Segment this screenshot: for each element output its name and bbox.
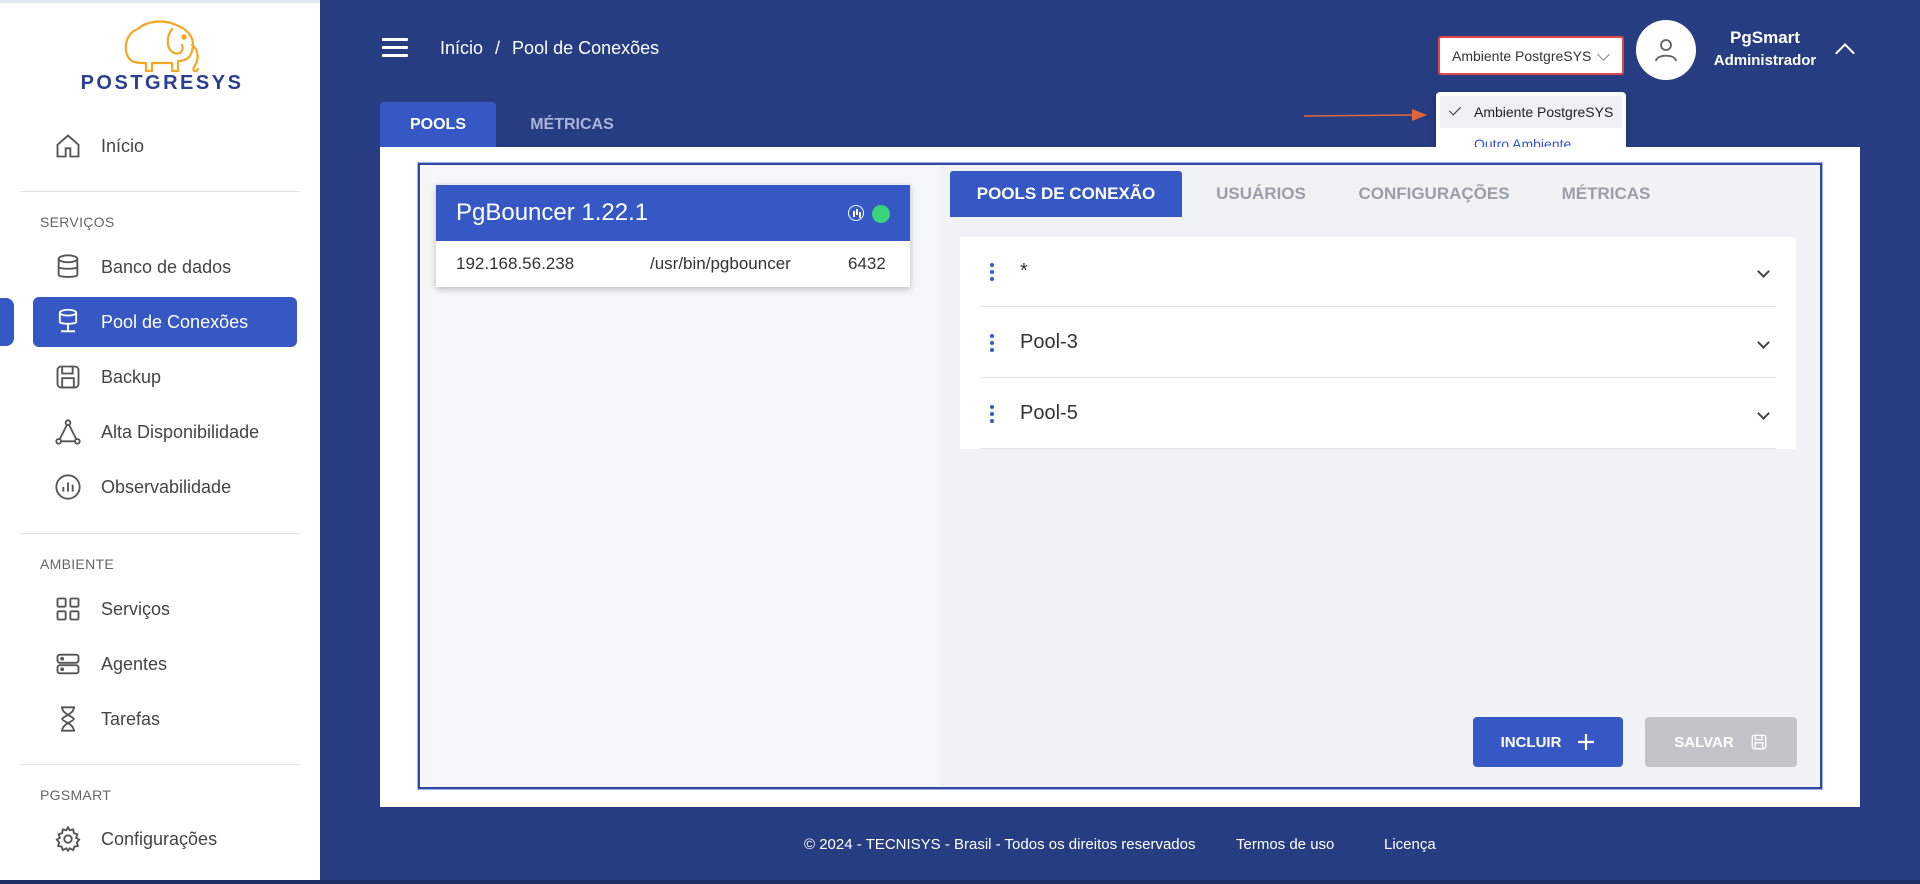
chevron-down-icon <box>1597 48 1610 61</box>
pool-row[interactable]: * <box>980 237 1776 307</box>
sidebar-item-servicos[interactable]: Serviços <box>33 584 297 634</box>
breadcrumb-home-link[interactable]: Início <box>440 38 483 59</box>
tab-metricas-pool[interactable]: MÉTRICAS <box>1546 171 1666 217</box>
pool-panel-frame: PgBouncer 1.22.1 192.168.56.238 /usr/bin… <box>417 162 1823 790</box>
sidebar-divider <box>20 533 300 534</box>
chevron-down-icon[interactable] <box>1757 265 1770 278</box>
pool-name: Pool-5 <box>1020 402 1078 424</box>
pool-database-icon <box>53 307 83 337</box>
sidebar-divider <box>20 191 300 192</box>
home-icon <box>53 131 83 161</box>
user-name: PgSmart <box>1730 28 1800 47</box>
sidebar-item-pool-de-conexoes[interactable]: Pool de Conexões <box>33 297 297 347</box>
breadcrumb-separator: / <box>495 38 501 58</box>
environment-select-value: Ambiente PostgreSYS <box>1452 47 1592 64</box>
server-card[interactable]: PgBouncer 1.22.1 192.168.56.238 /usr/bin… <box>436 185 910 287</box>
sidebar-item-label: Backup <box>101 366 162 387</box>
postgresys-logo[interactable]: POSTGRESYS <box>52 15 272 95</box>
sidebar-item-label: Agentes <box>101 653 168 674</box>
tab-metricas[interactable]: MÉTRICAS <box>510 102 634 148</box>
status-online-indicator <box>872 205 890 223</box>
sidebar-item-backup[interactable]: Backup <box>33 352 297 402</box>
server-title: PgBouncer 1.22.1 <box>456 199 649 226</box>
user-icon <box>1655 39 1677 62</box>
annotation-arrow-icon <box>1304 109 1427 121</box>
sidebar-item-inicio[interactable]: Início <box>33 121 297 171</box>
sidebar-divider <box>20 764 300 765</box>
tab-usuarios[interactable]: USUÁRIOS <box>1198 171 1324 217</box>
footer-terms-link[interactable]: Termos de uso <box>1236 836 1334 853</box>
grid-icon <box>53 594 83 624</box>
save-icon <box>1751 734 1767 750</box>
check-icon <box>1448 103 1462 116</box>
sidebar-item-label: Observabilidade <box>101 476 232 497</box>
sidebar-item-label: Alta Disponibilidade <box>101 421 260 442</box>
sidebar-item-alta-disponibilidade[interactable]: Alta Disponibilidade <box>33 407 297 457</box>
environment-option-postgresys[interactable]: Ambiente PostgreSYS <box>1440 96 1622 128</box>
tab-pools[interactable]: POOLS <box>380 102 496 148</box>
sidebar-item-configuracoes[interactable]: Configurações <box>33 814 297 864</box>
server-card-body: 192.168.56.238 /usr/bin/pgbouncer 6432 <box>436 241 910 287</box>
section-label-servicos: SERVIÇOS <box>40 214 115 230</box>
tab-pools-de-conexao[interactable]: POOLS DE CONEXÃO <box>950 171 1182 217</box>
user-role: Administrador <box>1713 52 1817 69</box>
plus-icon <box>1578 734 1595 750</box>
salvar-button[interactable]: SALVAR <box>1645 717 1797 767</box>
incluir-button[interactable]: INCLUIR <box>1473 717 1623 767</box>
chevron-down-icon[interactable] <box>1757 407 1770 420</box>
environment-select[interactable]: Ambiente PostgreSYS <box>1438 36 1624 75</box>
main-content: PgBouncer 1.22.1 192.168.56.238 /usr/bin… <box>380 147 1860 807</box>
pool-details-panel: POOLS DE CONEXÃO USUÁRIOS CONFIGURAÇÕES … <box>940 165 1820 787</box>
breadcrumb: Início / Pool de Conexões <box>440 38 659 59</box>
kebab-menu-icon[interactable] <box>980 260 1004 284</box>
chart-circle-icon <box>53 472 83 502</box>
database-icon <box>53 252 83 282</box>
sidebar-item-label: Pool de Conexões <box>101 311 249 332</box>
section-label-pgsmart: PGSMART <box>40 787 112 803</box>
chevron-down-icon[interactable] <box>1757 336 1770 349</box>
metrics-icon[interactable] <box>848 205 864 221</box>
pool-list: * Pool-3 Pool-5 <box>960 237 1796 449</box>
bottom-scrollbar[interactable] <box>0 880 1920 884</box>
pool-row[interactable]: Pool-5 <box>980 379 1776 449</box>
footer-license-link[interactable]: Licença <box>1384 836 1436 853</box>
server-icon <box>53 649 83 679</box>
footer-copyright: © 2024 - TECNISYS - Brasil - Todos os di… <box>804 836 1196 853</box>
option-label: Ambiente PostgreSYS <box>1474 104 1614 120</box>
button-label: INCLUIR <box>1500 733 1562 751</box>
sidebar: POSTGRESYS Início SERVIÇOS Banco de dado… <box>0 0 320 884</box>
breadcrumb-current: Pool de Conexões <box>512 38 660 58</box>
tab-configuracoes[interactable]: CONFIGURAÇÕES <box>1338 171 1530 217</box>
sidebar-item-label: Configurações <box>101 828 218 849</box>
hourglass-icon <box>53 704 83 734</box>
sidebar-item-label: Banco de dados <box>101 256 232 277</box>
active-indicator <box>0 298 14 346</box>
sidebar-item-agentes[interactable]: Agentes <box>33 639 297 689</box>
kebab-menu-icon[interactable] <box>980 331 1004 355</box>
sidebar-item-label: Tarefas <box>101 708 161 729</box>
section-label-ambiente: AMBIENTE <box>40 556 114 572</box>
chevron-up-icon[interactable] <box>1835 43 1855 63</box>
sidebar-item-tarefas[interactable]: Tarefas <box>33 694 297 744</box>
server-path: /usr/bin/pgbouncer <box>650 254 791 273</box>
triangle-nodes-icon <box>53 417 83 447</box>
menu-toggle-button[interactable] <box>382 38 408 58</box>
sidebar-item-label: Início <box>101 135 145 156</box>
kebab-menu-icon[interactable] <box>980 402 1004 426</box>
pool-name: Pool-3 <box>1020 331 1078 353</box>
sidebar-item-label: Serviços <box>101 598 171 619</box>
svg-text:POSTGRESYS: POSTGRESYS <box>81 72 244 94</box>
user-avatar[interactable] <box>1636 20 1696 80</box>
server-card-header: PgBouncer 1.22.1 <box>436 185 910 241</box>
server-port: 6432 <box>848 254 886 273</box>
sidebar-item-observabilidade[interactable]: Observabilidade <box>33 462 297 512</box>
pool-name: * <box>1020 260 1028 282</box>
pool-row[interactable]: Pool-3 <box>980 308 1776 378</box>
gear-icon <box>53 824 83 854</box>
save-disk-icon <box>53 362 83 392</box>
sidebar-item-banco-de-dados[interactable]: Banco de dados <box>33 242 297 292</box>
button-label: SALVAR <box>1674 733 1734 751</box>
server-host: 192.168.56.238 <box>456 254 575 273</box>
